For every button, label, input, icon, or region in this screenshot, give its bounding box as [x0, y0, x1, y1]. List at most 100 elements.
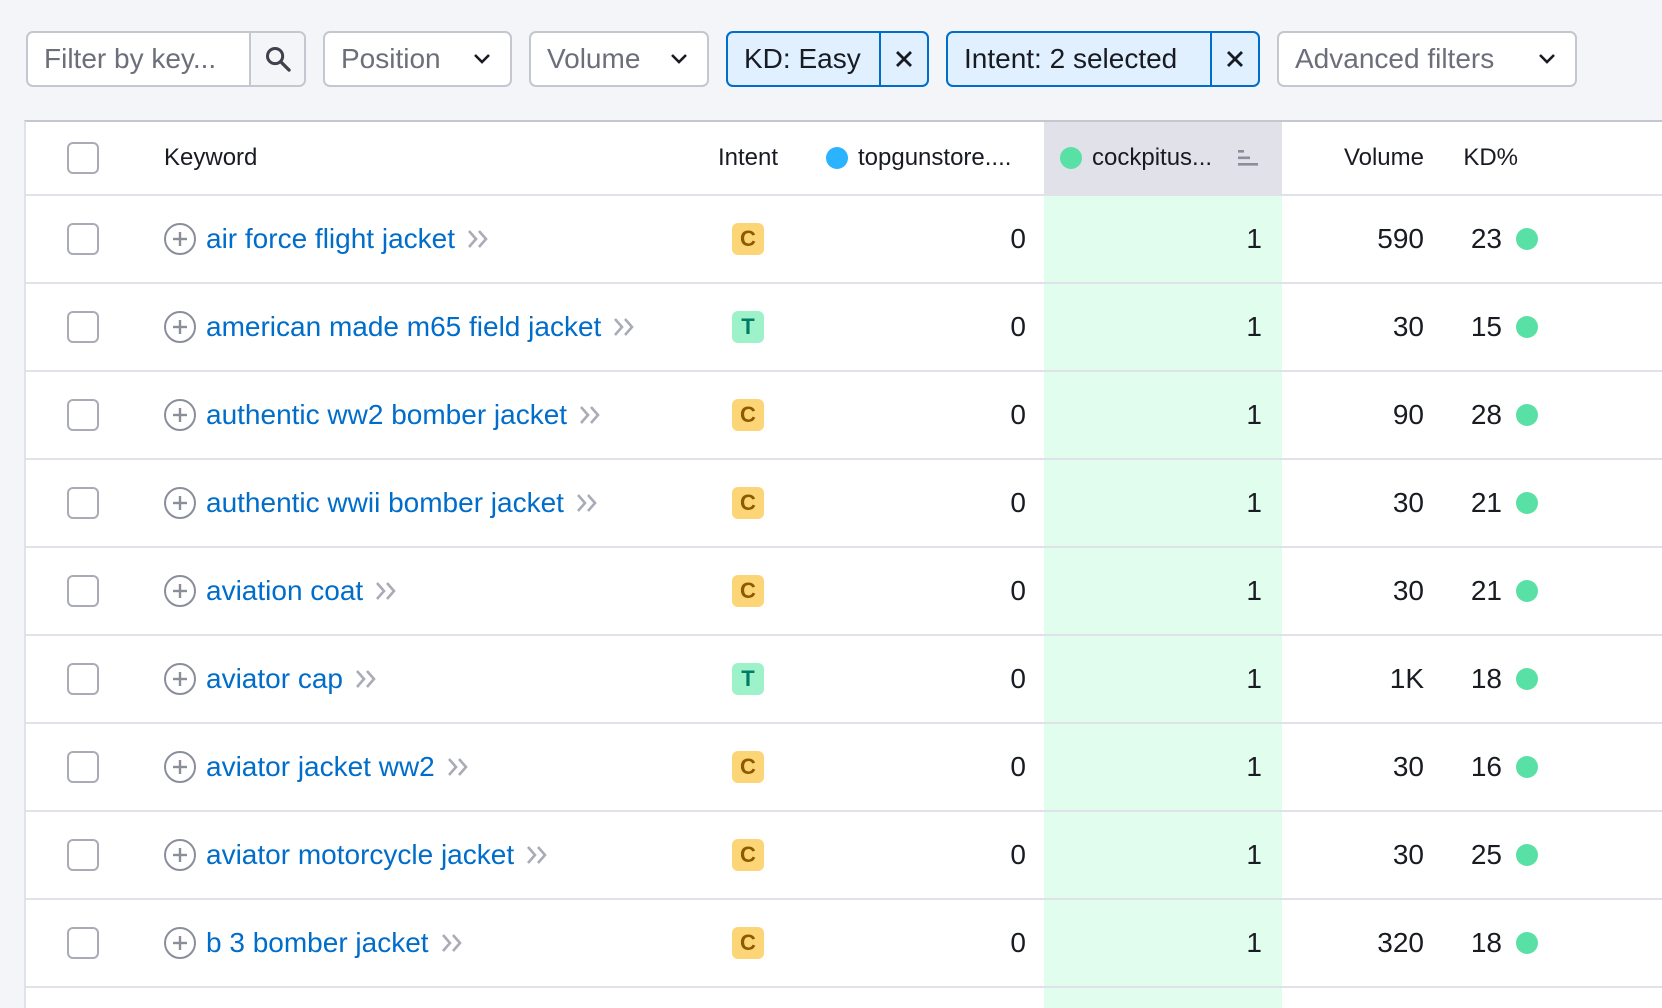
domain1-position-cell: 0: [808, 575, 1044, 607]
volume-column-header[interactable]: Volume: [1282, 144, 1424, 172]
volume-cell: 1K: [1282, 663, 1424, 695]
row-checkbox[interactable]: [67, 663, 99, 695]
keyword-overview-icon[interactable]: [353, 667, 381, 691]
kd-header-label: KD%: [1463, 144, 1518, 171]
keyword-overview-icon[interactable]: [574, 491, 602, 515]
kd-cell: 16: [1424, 751, 1590, 783]
domain2-position: 1: [1246, 663, 1262, 694]
row-checkbox[interactable]: [67, 839, 99, 871]
keyword-link[interactable]: aviation coat: [206, 575, 363, 607]
volume-value: 30: [1392, 839, 1424, 870]
intent-cell: C: [688, 927, 808, 959]
domain1-position-cell: 0: [808, 223, 1044, 255]
keyword-header-label: Keyword: [164, 144, 258, 171]
domain2-column-header[interactable]: cockpitus...: [1044, 144, 1282, 172]
keyword-link[interactable]: authentic wwii bomber jacket: [206, 487, 564, 519]
domain2-position-cell: 1: [1044, 751, 1282, 783]
row-checkbox[interactable]: [67, 751, 99, 783]
kd-column-header[interactable]: KD%: [1424, 144, 1590, 172]
keywords-table: Keyword Intent topgunstore.... cockpitus…: [24, 120, 1662, 1008]
keyword-overview-icon[interactable]: [373, 579, 401, 603]
table-row: aviator cap T 0 1 1K 18: [26, 636, 1662, 724]
keyword-filter-input[interactable]: [28, 33, 249, 85]
row-checkbox[interactable]: [67, 927, 99, 959]
keyword-link[interactable]: authentic ww2 bomber jacket: [206, 399, 567, 431]
intent-badge: C: [732, 223, 764, 255]
keyword-column-header[interactable]: Keyword: [136, 144, 688, 172]
intent-filter-remove-button[interactable]: [1210, 33, 1258, 85]
add-to-list-icon[interactable]: [164, 487, 196, 519]
kd-value: 21: [1470, 487, 1502, 518]
kd-difficulty-dot: [1516, 668, 1538, 690]
domain1-position: 0: [1010, 575, 1026, 606]
advanced-filters-dropdown[interactable]: Advanced filters: [1277, 31, 1577, 87]
keyword-overview-icon[interactable]: [524, 843, 552, 867]
intent-badge: T: [732, 311, 764, 343]
keyword-link[interactable]: b 3 bomber jacket: [206, 927, 429, 959]
add-to-list-icon[interactable]: [164, 575, 196, 607]
plus-icon: [173, 936, 187, 950]
keyword-overview-icon[interactable]: [611, 315, 639, 339]
keyword-link[interactable]: american made m65 field jacket: [206, 311, 601, 343]
domain1-position: 0: [1010, 839, 1026, 870]
volume-cell: 30: [1282, 311, 1424, 343]
add-to-list-icon[interactable]: [164, 927, 196, 959]
volume-dropdown[interactable]: Volume: [529, 31, 709, 87]
intent-column-header[interactable]: Intent: [688, 144, 808, 172]
row-select-cell: [26, 927, 136, 959]
row-checkbox[interactable]: [67, 575, 99, 607]
keyword-link[interactable]: aviator jacket ww2: [206, 751, 435, 783]
select-all-checkbox[interactable]: [67, 142, 99, 174]
kd-cell: 23: [1424, 223, 1590, 255]
volume-cell: 590: [1282, 223, 1424, 255]
add-to-list-icon[interactable]: [164, 751, 196, 783]
row-checkbox[interactable]: [67, 399, 99, 431]
search-icon: [265, 46, 291, 72]
volume-value: 30: [1392, 751, 1424, 782]
domain1-column-header[interactable]: topgunstore....: [808, 144, 1044, 172]
keyword-overview-icon[interactable]: [439, 931, 467, 955]
intent-cell: C: [688, 839, 808, 871]
domain2-position: 1: [1246, 751, 1262, 782]
row-checkbox[interactable]: [67, 311, 99, 343]
kd-value: 18: [1470, 927, 1502, 958]
keyword-overview-icon[interactable]: [465, 227, 493, 251]
advanced-filters-label: Advanced filters: [1295, 43, 1495, 74]
add-to-list-icon[interactable]: [164, 311, 196, 343]
intent-cell: C: [688, 487, 808, 519]
kd-value: 15: [1470, 311, 1502, 342]
kd-filter-chip[interactable]: KD: Easy: [726, 31, 929, 87]
double-chevron-right-icon: [468, 230, 488, 248]
keyword-overview-icon[interactable]: [445, 755, 473, 779]
keyword-link[interactable]: aviator motorcycle jacket: [206, 839, 514, 871]
keyword-link[interactable]: air force flight jacket: [206, 223, 455, 255]
domain2-position-cell: 1: [1044, 575, 1282, 607]
row-checkbox[interactable]: [67, 223, 99, 255]
add-to-list-icon[interactable]: [164, 839, 196, 871]
intent-filter-chip[interactable]: Intent: 2 selected: [946, 31, 1260, 87]
keyword-overview-icon[interactable]: [577, 403, 605, 427]
kd-filter-remove-button[interactable]: [879, 33, 927, 85]
keyword-cell: aviator jacket ww2: [136, 751, 688, 783]
volume-value: 30: [1392, 575, 1424, 606]
position-dropdown[interactable]: Position: [323, 31, 512, 87]
domain2-header-label: cockpitus...: [1092, 144, 1213, 171]
add-to-list-icon[interactable]: [164, 663, 196, 695]
add-to-list-icon[interactable]: [164, 399, 196, 431]
search-button[interactable]: [249, 33, 304, 85]
add-to-list-icon[interactable]: [164, 223, 196, 255]
domain1-position: 0: [1010, 927, 1026, 958]
domain1-position: 0: [1010, 751, 1026, 782]
row-checkbox[interactable]: [67, 487, 99, 519]
kd-difficulty-dot: [1516, 404, 1538, 426]
intent-header-label: Intent: [717, 144, 779, 171]
kd-cell: 18: [1424, 663, 1590, 695]
table-row: aviator jacket ww2 C 0 1 30 16: [26, 724, 1662, 812]
domain2-position: 1: [1246, 927, 1262, 958]
kd-difficulty-dot: [1516, 580, 1538, 602]
kd-cell: 18: [1424, 927, 1590, 959]
sort-descending-icon[interactable]: [1236, 148, 1260, 168]
domain2-position: 1: [1246, 223, 1262, 254]
keyword-link[interactable]: aviator cap: [206, 663, 343, 695]
intent-cell: C: [688, 223, 808, 255]
